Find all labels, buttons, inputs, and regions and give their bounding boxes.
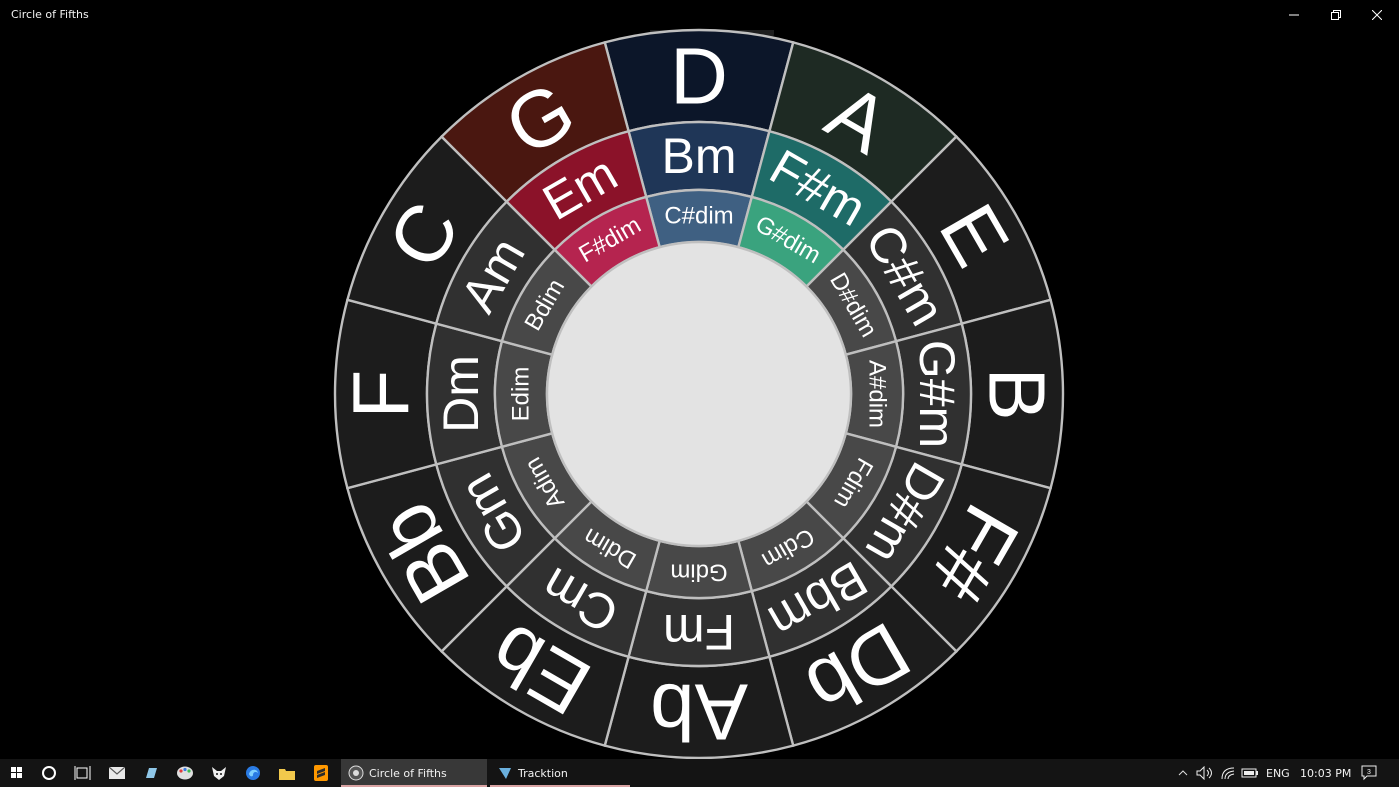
action-center-button[interactable]: 3 xyxy=(1361,759,1377,787)
taskbar-sublime[interactable] xyxy=(304,759,338,787)
svg-text:3: 3 xyxy=(1367,769,1371,776)
battery-icon xyxy=(1241,768,1258,778)
tracktion-app-icon xyxy=(499,768,511,779)
taskbar-app-label: Tracktion xyxy=(518,766,568,780)
clock-time: 10:03 PM xyxy=(1300,766,1352,780)
wheel-center xyxy=(545,240,853,548)
major-key-label: D xyxy=(670,32,728,121)
taskbar-mail[interactable] xyxy=(100,759,134,787)
task-view-button[interactable] xyxy=(66,759,100,787)
taskbar: Circle of Fifths Tracktion ENG 10:03 PM … xyxy=(0,759,1399,787)
task-view-icon xyxy=(74,766,91,780)
battery-button[interactable] xyxy=(1241,759,1259,787)
palette-icon xyxy=(177,766,193,780)
minor-key-label: Fm xyxy=(663,604,735,660)
taskbar-browser[interactable] xyxy=(236,759,270,787)
taskbar-paint[interactable] xyxy=(168,759,202,787)
minor-key-label: G#m xyxy=(909,340,965,448)
circle-of-fifths-wheel: D AEBF#DbAbEbBbFCG Bm F#mC#mG#mD#mBbmFmCmG… xyxy=(333,28,1065,759)
app-icon xyxy=(146,768,157,778)
minor-key-label: Dm xyxy=(433,355,489,433)
language-label: ENG xyxy=(1266,766,1290,780)
browser-icon xyxy=(246,766,260,780)
volume-button[interactable] xyxy=(1196,759,1214,787)
diminished-chord-label: Gdim xyxy=(670,559,727,586)
show-hidden-icons[interactable] xyxy=(1177,759,1189,787)
diminished-chord-label: Edim xyxy=(508,367,535,422)
taskbar-app-5[interactable] xyxy=(202,759,236,787)
diminished-chord-label: C#dim xyxy=(664,203,733,230)
major-key-label: B xyxy=(973,367,1062,420)
mail-icon xyxy=(109,767,125,779)
start-button[interactable] xyxy=(0,759,34,787)
taskbar-app-tracktion[interactable]: Tracktion xyxy=(490,759,630,787)
speaker-icon xyxy=(1196,766,1212,780)
major-key-label: Ab xyxy=(650,668,748,757)
folder-icon xyxy=(279,768,295,780)
sublime-icon xyxy=(314,765,328,781)
notification-icon: 3 xyxy=(1361,765,1377,781)
cortana-icon xyxy=(42,766,56,780)
diminished-chord-label: A#dim xyxy=(864,360,891,428)
clock[interactable]: 10:03 PM xyxy=(1300,759,1351,787)
minor-key-label: Bm xyxy=(662,128,737,184)
windows-logo-icon xyxy=(11,767,22,778)
taskbar-app-label: Circle of Fifths xyxy=(369,766,447,780)
network-button[interactable] xyxy=(1220,759,1236,787)
chevron-up-icon xyxy=(1178,770,1188,776)
taskbar-app-3[interactable] xyxy=(134,759,168,787)
wifi-icon xyxy=(1221,767,1235,780)
major-key-label: F xyxy=(337,370,426,419)
taskbar-file-explorer[interactable] xyxy=(270,759,304,787)
language-indicator[interactable]: ENG xyxy=(1266,759,1290,787)
fox-icon xyxy=(212,767,226,780)
circle-of-fifths-app-icon xyxy=(348,765,364,781)
taskbar-app-circle-of-fifths[interactable]: Circle of Fifths xyxy=(341,759,487,787)
search-button[interactable] xyxy=(32,759,66,787)
